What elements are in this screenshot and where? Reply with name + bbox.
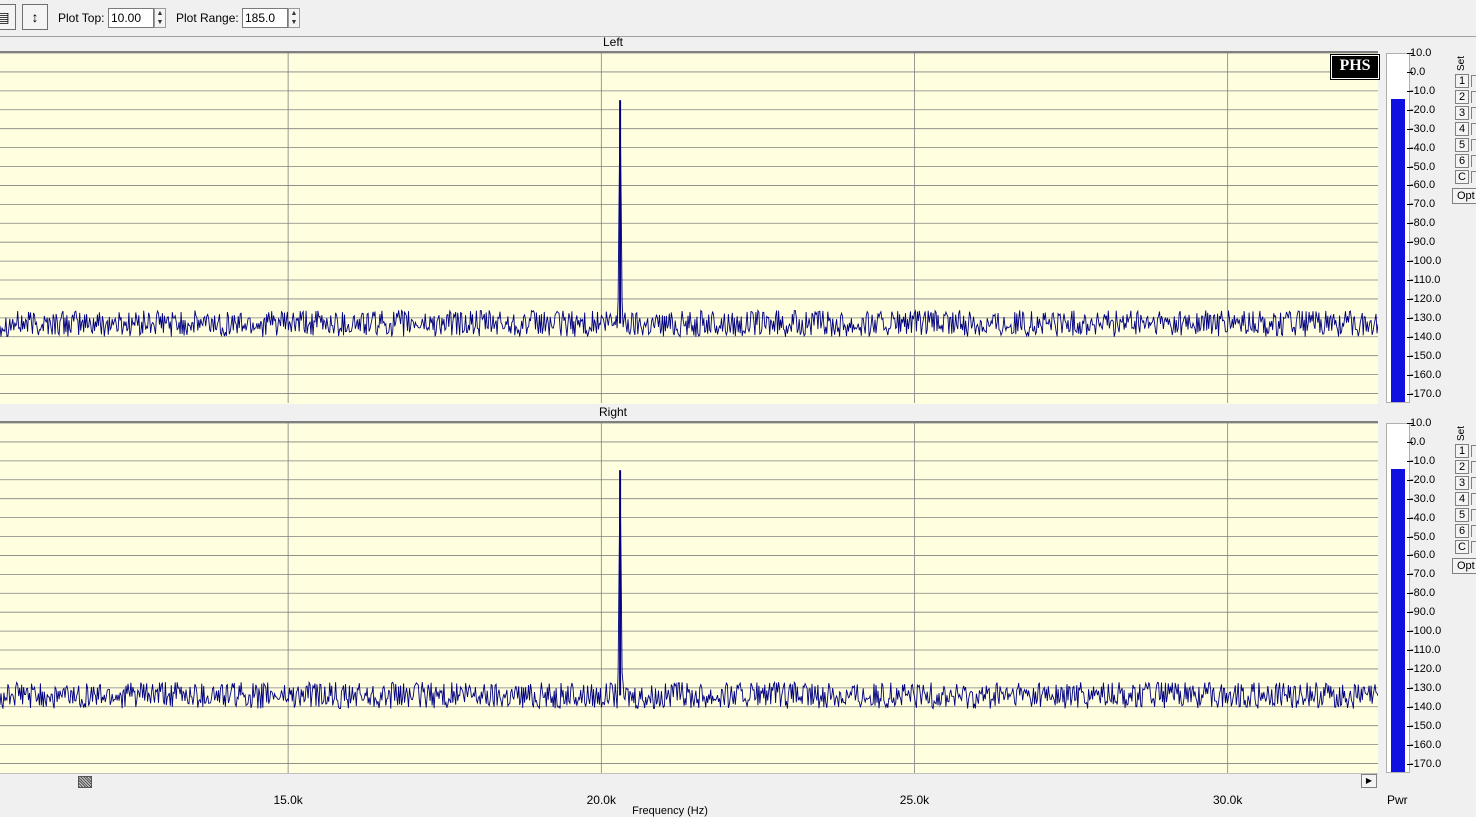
y-tick-label: -50.0 xyxy=(1406,530,1436,543)
y-tick-label: -90.0 xyxy=(1406,236,1436,249)
y-tick-label: 0.0 xyxy=(1406,65,1426,78)
y-tick-label: -90.0 xyxy=(1406,606,1436,619)
plot-top-spinner[interactable]: ▲ ▼ xyxy=(154,8,166,28)
set-checkbox[interactable] xyxy=(1471,477,1476,489)
vertical-resize-icon: ↕ xyxy=(31,9,39,25)
plot-range-input[interactable] xyxy=(242,8,288,28)
y-tick-label: -120.0 xyxy=(1406,662,1442,675)
options-button[interactable]: Opt xyxy=(1452,188,1476,204)
options-button[interactable]: Opt xyxy=(1452,558,1476,574)
left-power-meter-fill xyxy=(1391,99,1405,402)
set-checkbox[interactable] xyxy=(1471,123,1476,135)
y-tick-label: -100.0 xyxy=(1406,255,1442,268)
left-spectrum-plot[interactable] xyxy=(0,51,1378,404)
y-tick-label: 0.0 xyxy=(1406,435,1426,448)
set-button-5[interactable]: 5 xyxy=(1455,508,1469,522)
vertical-zoom-button[interactable]: ↕ xyxy=(22,4,48,30)
y-tick-label: -20.0 xyxy=(1406,473,1436,486)
scroll-right-arrow[interactable]: ▶ xyxy=(1361,774,1377,788)
y-tick-label: -60.0 xyxy=(1406,549,1436,562)
y-tick-label: -140.0 xyxy=(1406,700,1442,713)
phs-badge: PHS xyxy=(1331,55,1379,79)
set-checkbox[interactable] xyxy=(1471,171,1476,183)
set-label: Set xyxy=(1456,425,1467,441)
set-checkbox[interactable] xyxy=(1471,461,1476,473)
y-tick-label: -110.0 xyxy=(1406,644,1441,657)
y-tick-label: -130.0 xyxy=(1406,311,1442,324)
set-label: Set xyxy=(1456,55,1467,71)
set-button-1[interactable]: 1 xyxy=(1455,444,1469,458)
left-spectrum-svg xyxy=(0,53,1378,403)
y-tick-label: -70.0 xyxy=(1406,198,1436,211)
right-plot-title: Right xyxy=(598,405,627,419)
y-tick-label: -80.0 xyxy=(1406,587,1436,600)
y-tick-label: -160.0 xyxy=(1406,738,1442,751)
plot-range-label: Plot Range: xyxy=(176,11,239,25)
y-tick-label: -30.0 xyxy=(1406,492,1436,505)
y-tick-label: -110.0 xyxy=(1406,274,1441,287)
set-button-2[interactable]: 2 xyxy=(1455,460,1469,474)
set-checkbox[interactable] xyxy=(1471,493,1476,505)
set-button-6[interactable]: 6 xyxy=(1455,524,1469,538)
set-button-5[interactable]: 5 xyxy=(1455,138,1469,152)
y-tick-label: -10.0 xyxy=(1406,454,1436,467)
grid-icon: ▤ xyxy=(0,8,10,25)
horizontal-scrollbar[interactable] xyxy=(0,773,1378,790)
y-tick-label: -20.0 xyxy=(1406,103,1436,116)
y-tick-label: -30.0 xyxy=(1406,122,1436,135)
y-tick-label: -60.0 xyxy=(1406,179,1436,192)
toolbar: ▤ ↕ Plot Top: ▲▼ Plot Range: ▲▼ xyxy=(0,0,1476,37)
set-checkbox[interactable] xyxy=(1471,75,1476,87)
y-tick-label: -40.0 xyxy=(1406,141,1436,154)
view-toggle-button[interactable]: ▤ xyxy=(0,4,16,30)
set-checkbox[interactable] xyxy=(1471,525,1476,537)
y-tick-label: -120.0 xyxy=(1406,292,1442,305)
set-button-2[interactable]: 2 xyxy=(1455,90,1469,104)
right-spectrum-svg xyxy=(0,423,1378,773)
set-checkbox[interactable] xyxy=(1471,139,1476,151)
power-meter-label: Pwr xyxy=(1387,793,1408,807)
y-tick-label: 10.0 xyxy=(1406,417,1432,429)
y-tick-label: -40.0 xyxy=(1406,511,1436,524)
y-tick-label: -70.0 xyxy=(1406,568,1436,581)
set-button-6[interactable]: 6 xyxy=(1455,154,1469,168)
plot-top-label: Plot Top: xyxy=(58,11,105,25)
y-tick-label: 10.0 xyxy=(1406,47,1432,59)
set-checkbox[interactable] xyxy=(1471,107,1476,119)
set-checkbox[interactable] xyxy=(1471,509,1476,521)
right-power-meter-fill xyxy=(1391,469,1405,772)
y-tick-label: -170.0 xyxy=(1406,387,1442,400)
set-checkbox[interactable] xyxy=(1471,155,1476,167)
left-plot-title: Left xyxy=(602,35,623,49)
right-power-meter xyxy=(1386,423,1410,773)
left-power-meter xyxy=(1386,53,1410,403)
set-checkbox[interactable] xyxy=(1471,91,1476,103)
y-tick-label: -100.0 xyxy=(1406,625,1442,638)
set-button-3[interactable]: 3 xyxy=(1455,106,1469,120)
x-axis-label: Frequency (Hz) xyxy=(632,805,708,817)
y-tick-label: -160.0 xyxy=(1406,368,1442,381)
set-button-4[interactable]: 4 xyxy=(1455,492,1469,506)
scrollbar-thumb[interactable] xyxy=(78,776,92,788)
y-tick-label: -80.0 xyxy=(1406,217,1436,230)
set-button-4[interactable]: 4 xyxy=(1455,122,1469,136)
plot-range-spinner[interactable]: ▲ ▼ xyxy=(288,8,300,28)
set-button-c[interactable]: C xyxy=(1455,170,1469,184)
set-checkbox[interactable] xyxy=(1471,541,1476,553)
y-tick-label: -130.0 xyxy=(1406,681,1442,694)
spectrum-trace xyxy=(0,100,1378,338)
set-button-3[interactable]: 3 xyxy=(1455,476,1469,490)
y-tick-label: -150.0 xyxy=(1406,719,1442,732)
y-tick-label: -50.0 xyxy=(1406,160,1436,173)
y-tick-label: -170.0 xyxy=(1406,757,1442,770)
right-spectrum-plot[interactable] xyxy=(0,421,1378,773)
y-tick-label: -10.0 xyxy=(1406,84,1436,97)
set-button-1[interactable]: 1 xyxy=(1455,74,1469,88)
set-button-c[interactable]: C xyxy=(1455,540,1469,554)
plot-top-input[interactable] xyxy=(108,8,154,28)
spectrum-trace xyxy=(0,470,1378,710)
y-tick-label: -150.0 xyxy=(1406,349,1442,362)
set-checkbox[interactable] xyxy=(1471,445,1476,457)
y-tick-label: -140.0 xyxy=(1406,330,1442,343)
